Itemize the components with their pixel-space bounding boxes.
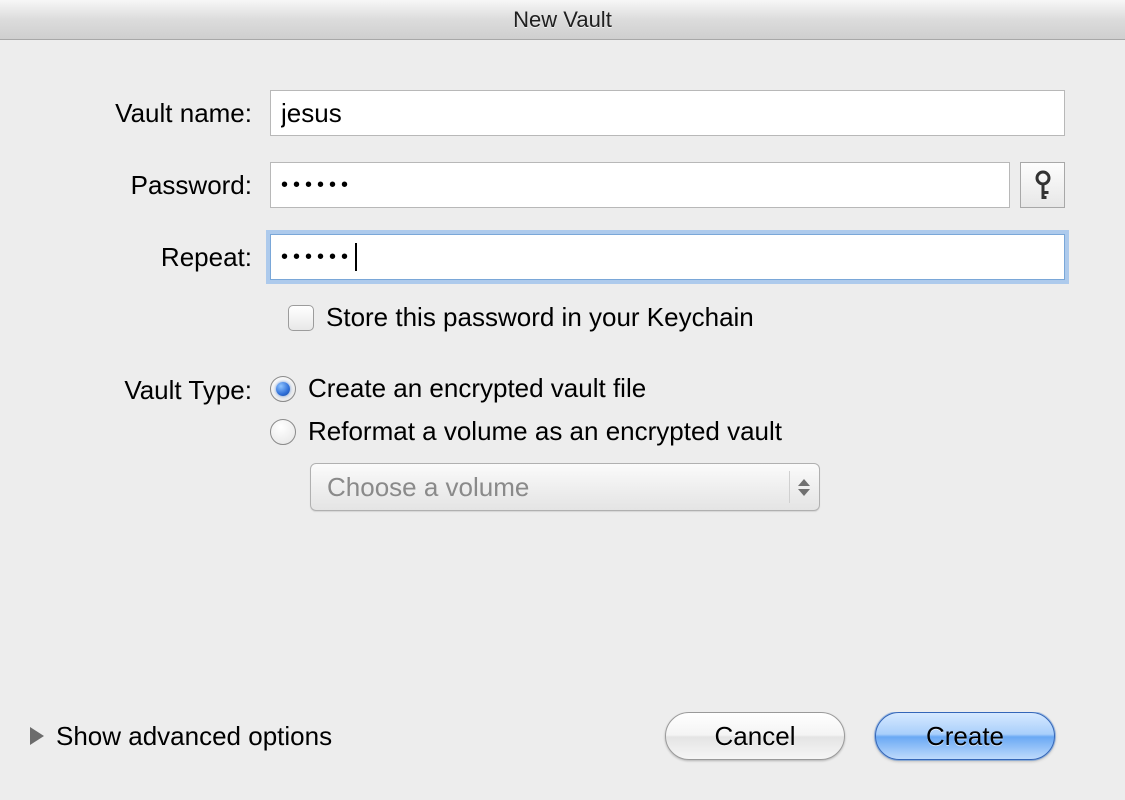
repeat-label: Repeat: [60,242,270,273]
vault-type-file-label[interactable]: Create an encrypted vault file [308,373,646,404]
window-title: New Vault [513,7,612,33]
repeat-password-input[interactable]: •••••• [270,234,1065,280]
vault-type-volume-row: Reformat a volume as an encrypted vault [270,416,1065,447]
vault-type-row: Vault Type: Create an encrypted vault fi… [60,373,1065,511]
window-titlebar: New Vault [0,0,1125,40]
keychain-checkbox[interactable] [288,305,314,331]
vault-type-file-radio[interactable] [270,376,296,402]
create-button-label: Create [926,721,1004,752]
cancel-button-label: Cancel [715,721,796,752]
dialog-content: Vault name: Password: •••••• [0,40,1125,712]
dialog-footer: Show advanced options Cancel Create [0,712,1125,800]
vault-type-volume-radio[interactable] [270,419,296,445]
repeat-password-mask: •••••• [281,246,353,269]
vault-type-file-row: Create an encrypted vault file [270,373,1065,404]
volume-popup-label: Choose a volume [327,472,529,503]
volume-popup: Choose a volume [310,463,820,511]
keychain-checkbox-label[interactable]: Store this password in your Keychain [326,302,754,333]
cancel-button[interactable]: Cancel [665,712,845,760]
vault-type-volume-label[interactable]: Reformat a volume as an encrypted vault [308,416,782,447]
advanced-options-disclosure[interactable]: Show advanced options [30,721,332,752]
password-input[interactable]: •••••• [270,162,1010,208]
create-button[interactable]: Create [875,712,1055,760]
vault-type-label: Vault Type: [60,373,270,406]
vault-type-options: Create an encrypted vault file Reformat … [270,373,1065,511]
key-icon [1031,170,1055,200]
repeat-row: Repeat: •••••• [60,234,1065,280]
password-mask: •••••• [281,174,353,197]
disclosure-triangle-icon [30,727,44,745]
button-group: Cancel Create [665,712,1055,760]
keychain-checkbox-row: Store this password in your Keychain [288,302,1065,333]
vault-name-label: Vault name: [60,98,270,129]
password-label: Password: [60,170,270,201]
password-assistant-button[interactable] [1020,162,1065,208]
vault-name-input[interactable] [270,90,1065,136]
new-vault-window: New Vault Vault name: Password: •••••• [0,0,1125,800]
popup-arrows-icon [789,471,809,503]
text-caret [355,243,357,271]
vault-name-row: Vault name: [60,90,1065,136]
password-row: Password: •••••• [60,162,1065,208]
advanced-options-label: Show advanced options [56,721,332,752]
